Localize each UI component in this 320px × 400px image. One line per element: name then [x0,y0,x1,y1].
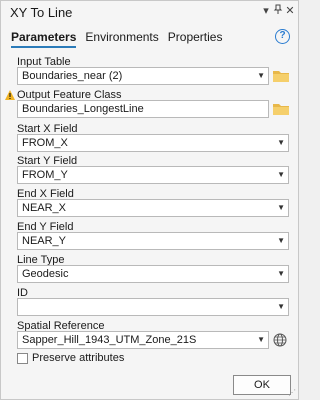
preserve-attributes-label: Preserve attributes [32,352,125,364]
id-select[interactable]: ▼ [17,298,289,316]
tab-environments[interactable]: Environments [85,30,158,48]
end-x-value: NEAR_X [22,202,67,214]
line-type-value: Geodesic [22,268,69,280]
question-circle-icon[interactable]: ? [275,29,290,44]
start-y-value: FROM_Y [22,169,68,181]
start-x-select[interactable]: FROM_X ▼ [17,134,289,152]
end-y-value: NEAR_Y [22,235,67,247]
warning-triangle-icon [5,90,15,100]
chevron-down-icon: ▼ [257,335,265,344]
chevron-down-icon: ▼ [277,203,285,212]
chevron-down-icon: ▼ [257,71,265,80]
input-table-value: Boundaries_near (2) [22,70,123,82]
tab-properties[interactable]: Properties [168,30,223,48]
chevron-down-icon: ▼ [277,236,285,245]
ok-button[interactable]: OK [233,375,291,395]
resize-grip-icon[interactable]: ⋰ [288,388,296,397]
folder-icon[interactable] [273,69,289,82]
end-x-select[interactable]: NEAR_X ▼ [17,199,289,217]
preserve-attributes-checkbox[interactable] [17,353,28,364]
input-table-select[interactable]: Boundaries_near (2) ▼ [17,67,269,85]
globe-icon[interactable] [273,333,287,347]
tab-bar: Parameters Environments Properties [11,30,222,48]
spatial-ref-value: Sapper_Hill_1943_UTM_Zone_21S [22,334,197,346]
geoprocessing-pane: XY To Line ▾ ✕ Parameters Environments P… [0,0,299,400]
end-y-select[interactable]: NEAR_Y ▼ [17,232,289,250]
line-type-select[interactable]: Geodesic ▼ [17,265,289,283]
chevron-down-icon: ▼ [277,302,285,311]
chevron-down-icon: ▼ [277,170,285,179]
spatial-ref-select[interactable]: Sapper_Hill_1943_UTM_Zone_21S ▼ [17,331,269,349]
chevron-down-icon: ▼ [277,138,285,147]
folder-icon[interactable] [273,102,289,115]
chevron-down-icon: ▼ [277,269,285,278]
start-y-select[interactable]: FROM_Y ▼ [17,166,289,184]
output-fc-input[interactable]: Boundaries_LongestLine [17,100,269,118]
pane-title: XY To Line [10,5,73,20]
start-x-value: FROM_X [22,137,68,149]
close-icon[interactable]: ✕ [283,4,297,18]
output-fc-value: Boundaries_LongestLine [22,103,144,115]
tab-parameters[interactable]: Parameters [11,30,77,48]
